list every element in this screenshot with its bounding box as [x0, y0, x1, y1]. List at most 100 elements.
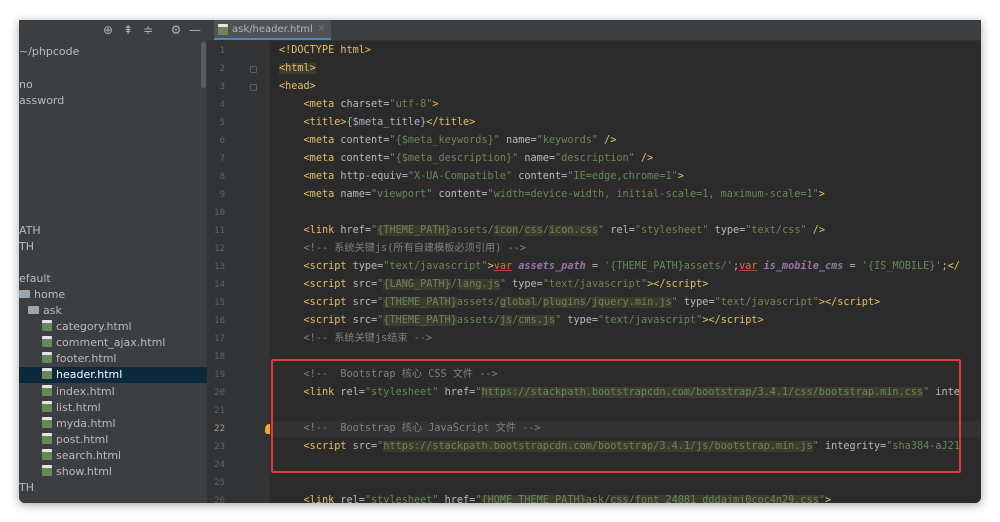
tree-item-content: ATH [19, 224, 41, 237]
code-line: <title>{$meta_title}</title> [303, 117, 476, 128]
fold-marker-icon[interactable] [250, 66, 257, 73]
tab-label: ask/header.html [232, 23, 313, 35]
project-scrollbar[interactable] [201, 42, 206, 88]
html-file-icon [42, 417, 52, 428]
editor-tab-bar: ask/header.html ✕ [207, 20, 981, 41]
tree-item-label: no [19, 78, 33, 91]
tree-item-content: comment_ajax.html [19, 336, 165, 349]
line-number: 4 [219, 100, 225, 110]
line-number: 16 [214, 316, 225, 326]
line-number: 7 [219, 154, 225, 164]
code-line: <script type="text/javascript">var asset… [303, 261, 960, 272]
tree-item-label: TH [19, 240, 34, 253]
gear-icon[interactable]: ⚙ [168, 21, 184, 39]
expand-all-icon[interactable]: ⇞ [120, 21, 136, 39]
line-number: 24 [214, 460, 225, 470]
highlight-box [271, 359, 961, 473]
code-line: <meta http-equiv="X-UA-Compatible" conte… [303, 171, 684, 182]
project-panel: ⊕ ⇞ ≑ ⚙ — ~/phpcode no assword ATH TH efault h… [19, 20, 207, 503]
line-number: 2 [219, 64, 225, 74]
tree-item-label: TH [19, 481, 34, 494]
html-file-icon [42, 320, 52, 331]
tree-file[interactable]: index.html [19, 384, 115, 400]
collapse-all-icon[interactable]: ≑ [140, 21, 156, 39]
tree-item-content: assword [19, 94, 64, 107]
tab-header-html[interactable]: ask/header.html ✕ [214, 20, 332, 40]
line-number-gutter: 1 2 3 4 5 6 7 8 9 10 11 12 13 14 15 16 17 18 19 20 21 22 23 24 2… [207, 41, 273, 503]
folder-icon [28, 306, 39, 314]
line-number: 10 [214, 208, 225, 218]
tree-file[interactable]: search.html [19, 448, 121, 464]
tree-item-content: myda.html [19, 417, 116, 430]
tree-item-label: assword [19, 94, 65, 107]
code-line: <!-- 系统关键js(所有自建模板必须引用) --> [303, 243, 526, 254]
code-line: <!-- 系统关键js结束 --> [303, 333, 433, 344]
code-line: <meta content="{$meta_keywords}" name="k… [303, 135, 617, 146]
tree-item[interactable]: no [19, 77, 33, 93]
tree-file[interactable]: list.html [19, 400, 101, 416]
hide-panel-icon[interactable]: — [187, 21, 203, 39]
project-toolbar: ⊕ ⇞ ≑ ⚙ — [19, 20, 207, 40]
tree-file[interactable]: myda.html [19, 416, 116, 432]
line-number: 11 [214, 226, 225, 236]
html-file-icon [42, 465, 52, 476]
html-file-icon [42, 449, 52, 460]
tree-file[interactable]: post.html [19, 432, 108, 448]
tree-item[interactable]: TH [19, 480, 34, 496]
tree-item[interactable]: ~/phpcode [19, 44, 79, 60]
tree-file[interactable]: header.html [19, 367, 207, 383]
locate-icon[interactable]: ⊕ [100, 21, 116, 39]
tree-file[interactable]: comment_ajax.html [19, 335, 165, 351]
tree-item-content: show.html [19, 465, 112, 478]
html-file-icon [42, 385, 52, 396]
tree-item-content: ask [19, 304, 62, 317]
line-number: 20 [214, 388, 225, 398]
html-file-icon [42, 336, 52, 347]
tree-item-label: myda.html [56, 417, 116, 430]
tree-file[interactable]: show.html [19, 464, 112, 480]
code-line: <meta charset="utf-8"> [303, 99, 439, 110]
tree-item-label: category.html [56, 320, 132, 333]
tree-item-content: list.html [19, 401, 101, 414]
html-file-icon [42, 433, 52, 444]
tree-file[interactable]: category.html [19, 319, 132, 335]
tree-item-content: home [19, 288, 65, 301]
tree-item-content: post.html [19, 433, 108, 446]
line-number: 8 [219, 172, 225, 182]
line-number: 1 [219, 46, 225, 56]
close-icon[interactable]: ✕ [318, 24, 326, 34]
tree-file[interactable]: footer.html [19, 351, 116, 367]
tree-item-content: efault [19, 272, 51, 285]
html-file-icon [42, 368, 52, 379]
tree-item[interactable]: assword [19, 93, 64, 109]
line-number: 25 [214, 478, 225, 488]
line-number: 14 [214, 280, 225, 290]
line-number: 19 [214, 370, 225, 380]
html-file-icon [42, 352, 52, 363]
tree-item-label: ask [43, 304, 62, 317]
line-number: 18 [214, 352, 225, 362]
line-number: 17 [214, 334, 225, 344]
tree-item[interactable]: TH [19, 239, 34, 255]
folder-icon [19, 290, 30, 298]
line-number: 3 [219, 82, 225, 92]
fold-marker-icon[interactable] [250, 84, 257, 91]
tree-folder[interactable]: home [19, 287, 65, 303]
tree-item[interactable]: ATH [19, 223, 41, 239]
line-number: 5 [219, 118, 225, 128]
code-line: <html> [279, 63, 316, 74]
html-file-icon [218, 23, 228, 35]
code-line: <script src="{THEME_PATH}assets/global/p… [303, 297, 881, 308]
code-line: <script src="{THEME_PATH}assets/js/cms.j… [303, 315, 764, 326]
code-line: <meta name="viewport" content="width=dev… [303, 189, 825, 200]
tree-folder[interactable]: ask [19, 303, 62, 319]
line-number: 26 [214, 496, 225, 503]
tree-item[interactable]: efault [19, 271, 51, 287]
tree-item-label: efault [19, 272, 51, 285]
tree-item-content: ~/phpcode [19, 45, 79, 58]
tree-item-label: ATH [19, 224, 41, 237]
tree-item-content: no [19, 78, 33, 91]
line-number: 9 [219, 190, 225, 200]
